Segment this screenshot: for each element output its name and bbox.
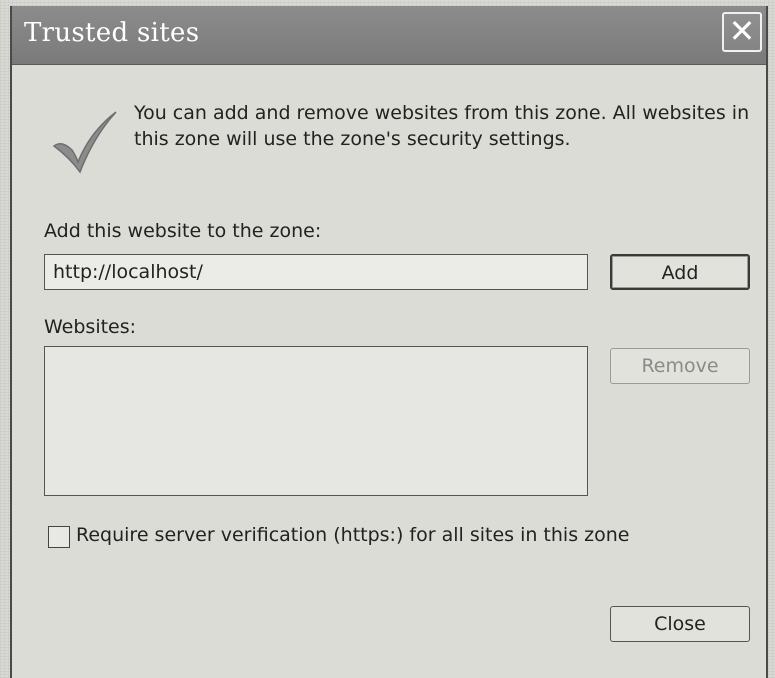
remove-button[interactable]: Remove bbox=[610, 348, 750, 384]
dialog-title: Trusted sites bbox=[24, 18, 200, 48]
require-https-label: Require server verification (https:) for… bbox=[76, 524, 630, 546]
close-button[interactable]: Close bbox=[610, 606, 750, 642]
websites-label: Websites: bbox=[44, 316, 137, 338]
trusted-sites-dialog: Trusted sites ✕ You can add and remove w… bbox=[10, 6, 768, 678]
add-website-label: Add this website to the zone: bbox=[44, 220, 322, 242]
require-https-checkbox[interactable] bbox=[48, 526, 70, 548]
close-icon[interactable]: ✕ bbox=[722, 12, 762, 52]
checkmark-icon bbox=[52, 111, 117, 174]
websites-list[interactable] bbox=[44, 346, 588, 496]
website-url-input[interactable] bbox=[44, 254, 588, 290]
zone-description: You can add and remove websites from thi… bbox=[134, 102, 750, 150]
title-bar[interactable]: Trusted sites ✕ bbox=[12, 6, 766, 65]
add-button[interactable]: Add bbox=[610, 254, 750, 290]
